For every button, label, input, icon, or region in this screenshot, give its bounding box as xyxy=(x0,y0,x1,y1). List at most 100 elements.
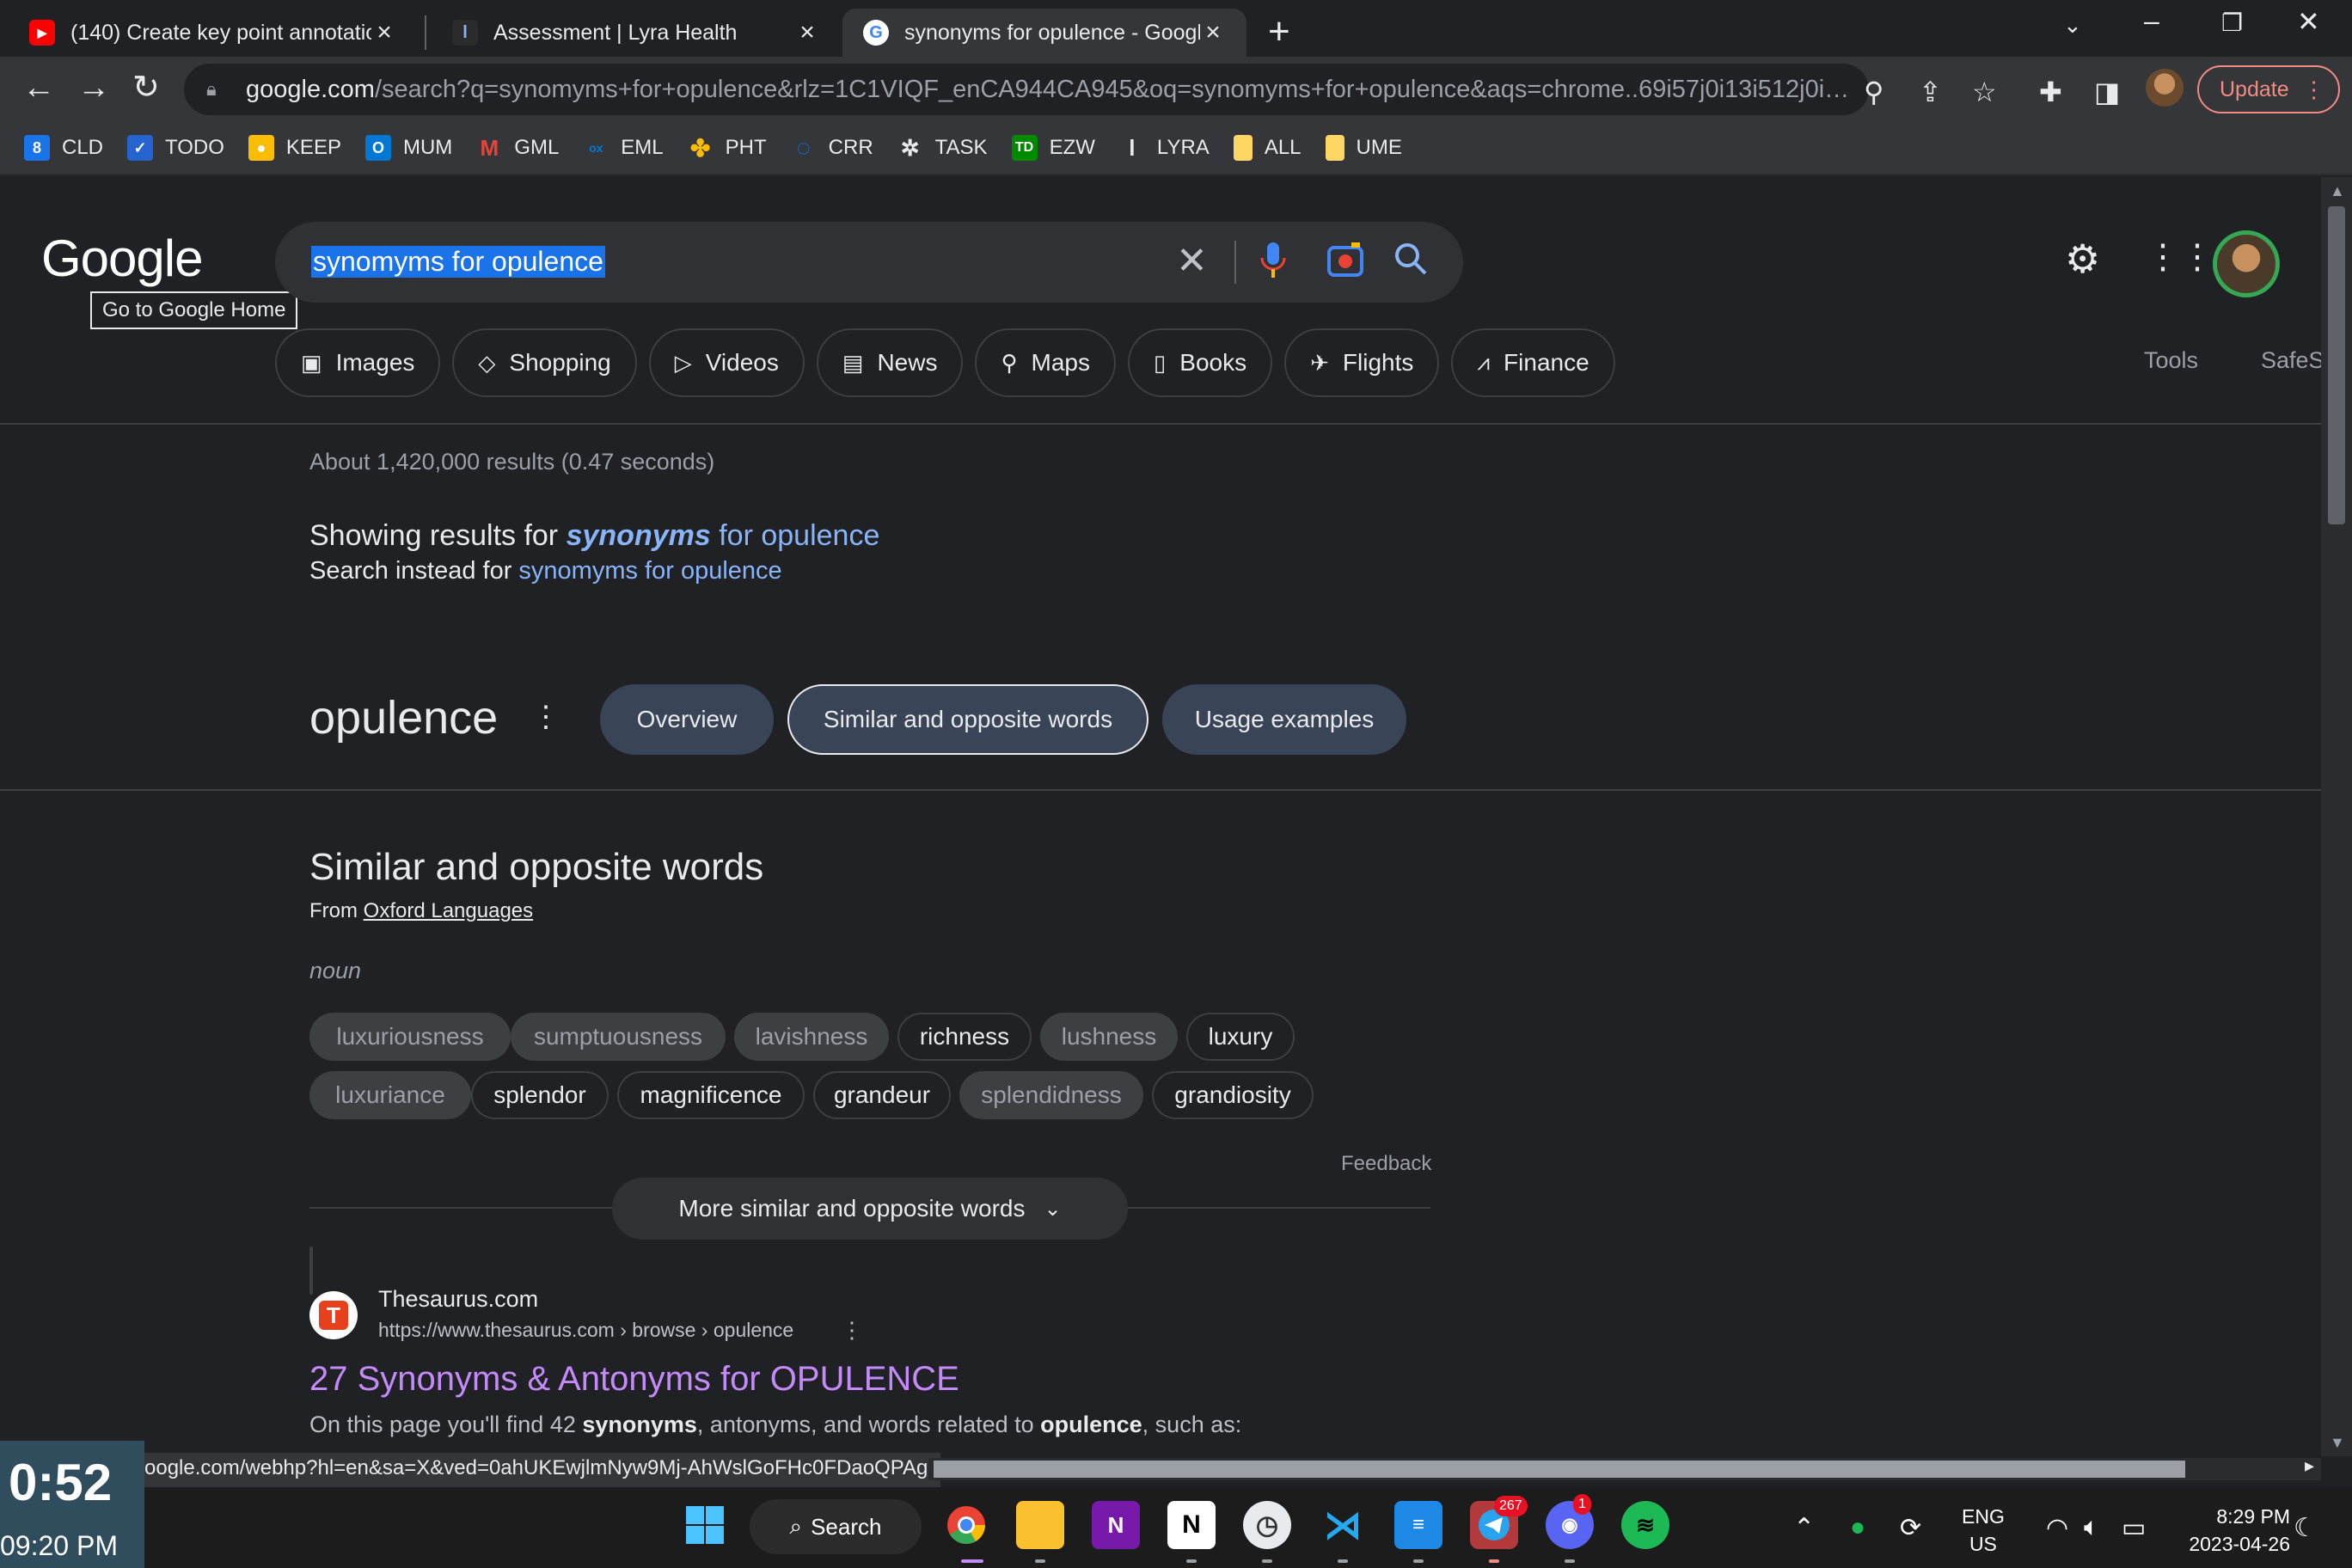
original-query-link[interactable]: synomyms for opulence xyxy=(518,557,781,585)
synonym-chip[interactable]: richness xyxy=(897,1013,1032,1061)
synonym-chip[interactable]: luxuriousness xyxy=(309,1013,511,1061)
notion-icon[interactable]: N xyxy=(1167,1501,1216,1549)
synonym-chip[interactable]: splendor xyxy=(471,1071,609,1119)
word-more-options-icon[interactable]: ⋮ xyxy=(531,700,560,734)
google-logo[interactable]: Google xyxy=(41,229,203,288)
bookmark-star-icon[interactable]: ☆ xyxy=(1972,76,1997,108)
share-icon[interactable]: ⇪ xyxy=(1919,76,1942,108)
tools-button[interactable]: Tools xyxy=(2144,347,2198,374)
search-box[interactable]: synomyms for opulence ✕ xyxy=(275,222,1463,303)
chrome-icon[interactable] xyxy=(942,1501,990,1549)
back-arrow-icon[interactable]: ← xyxy=(22,70,55,105)
search-magnifier-icon[interactable] xyxy=(1393,241,1429,285)
result-url[interactable]: https://www.thesaurus.com › browse › opu… xyxy=(378,1319,793,1342)
tab-youtube[interactable]: ▶ (140) Create key point annotatio × xyxy=(9,9,418,57)
synonym-chip[interactable]: sumptuousness xyxy=(511,1013,726,1061)
synonym-chip[interactable]: grandiosity xyxy=(1152,1071,1314,1119)
side-panel-icon[interactable]: ◨ xyxy=(2094,76,2120,108)
language-indicator[interactable]: ENG US xyxy=(1962,1503,2005,1558)
synonym-chip[interactable]: lushness xyxy=(1040,1013,1178,1061)
address-bar[interactable]: 🔒︎ google.com /search?q=synomyms+for+opu… xyxy=(184,64,1869,115)
corrected-query-link[interactable]: synonyms for opulence xyxy=(567,519,880,552)
tray-overflow-chevron-icon[interactable]: ⌃ xyxy=(1793,1513,1815,1543)
forward-arrow-icon[interactable]: → xyxy=(77,70,110,105)
spotify-tray-icon[interactable]: ● xyxy=(1850,1513,1865,1542)
chip-maps[interactable]: ⚲ Maps xyxy=(975,328,1116,397)
bookmark-keep[interactable]: ● KEEP xyxy=(248,135,341,161)
taskbar-search-button[interactable]: ⌕ Search xyxy=(750,1499,922,1554)
tab-google-search[interactable]: G synonyms for opulence - Google × xyxy=(842,9,1246,57)
tab-lyra[interactable]: l Assessment | Lyra Health × xyxy=(432,9,841,57)
feedback-link[interactable]: Feedback xyxy=(1341,1152,1431,1176)
sync-icon[interactable]: ⟳ xyxy=(1900,1513,1921,1543)
tab-similar-opposite[interactable]: Similar and opposite words xyxy=(787,684,1148,755)
bookmark-crr[interactable]: ◌ CRR xyxy=(791,134,873,161)
hscroll-thumb[interactable] xyxy=(934,1461,2185,1478)
restore-icon[interactable]: ❐ xyxy=(2221,9,2243,37)
bookmark-mum[interactable]: O MUM xyxy=(364,135,452,161)
reload-icon[interactable]: ↻ xyxy=(132,70,160,105)
chip-shopping[interactable]: ◇ Shopping xyxy=(452,328,637,397)
close-window-icon[interactable]: ✕ xyxy=(2297,5,2320,38)
synonym-chip[interactable]: splendidness xyxy=(959,1071,1143,1119)
tab-search-chevron-icon[interactable]: ⌄ xyxy=(2063,12,2082,39)
bookmark-eml[interactable]: ox EML xyxy=(583,135,664,161)
location-pin-icon[interactable]: ⚲ xyxy=(1864,76,1883,108)
search-query[interactable]: synomyms for opulence xyxy=(311,246,605,278)
safesearch-button[interactable]: SafeS xyxy=(2261,347,2324,374)
windows-start-icon[interactable] xyxy=(681,1501,729,1549)
close-tab-icon[interactable]: × xyxy=(1200,18,1226,47)
volume-icon[interactable]: 🔈︎ xyxy=(2084,1513,2099,1542)
profile-avatar[interactable] xyxy=(2146,69,2184,107)
spotify-icon[interactable]: ≋ xyxy=(1621,1501,1669,1549)
chip-finance[interactable]: ⩘ Finance xyxy=(1451,328,1615,397)
wifi-icon[interactable]: ◠ xyxy=(2046,1513,2068,1543)
horizontal-scrollbar[interactable]: ▸ xyxy=(928,1455,2321,1480)
synonym-chip[interactable]: luxuriance xyxy=(309,1071,471,1119)
onenote-icon[interactable]: N xyxy=(1092,1501,1140,1549)
bookmark-cld[interactable]: 8 CLD xyxy=(24,135,103,161)
close-tab-icon[interactable]: × xyxy=(371,18,397,47)
account-avatar[interactable] xyxy=(2213,230,2280,297)
oxford-languages-link[interactable]: Oxford Languages xyxy=(364,899,533,922)
notification-moon-icon[interactable]: ☾ xyxy=(2294,1513,2317,1543)
result-more-icon[interactable]: ⋮ xyxy=(841,1317,863,1344)
vscode-icon[interactable]: ⋊ xyxy=(1319,1501,1367,1549)
result-site-name[interactable]: Thesaurus.com xyxy=(378,1286,538,1313)
scroll-thumb[interactable] xyxy=(2328,206,2345,524)
bookmark-ezw[interactable]: TD EZW xyxy=(1011,135,1095,161)
scroll-down-icon[interactable]: ▼ xyxy=(2330,1434,2345,1452)
tab-usage-examples[interactable]: Usage examples xyxy=(1162,684,1406,755)
bookmark-all[interactable]: ALL xyxy=(1233,135,1302,161)
bookmark-pht[interactable]: ✤ PHT xyxy=(688,135,767,162)
vertical-scrollbar[interactable]: ▲ ▼ xyxy=(2321,177,2352,1456)
synonym-chip[interactable]: lavishness xyxy=(734,1013,889,1061)
clock-app-icon[interactable]: ◷ xyxy=(1243,1501,1291,1549)
update-button[interactable]: Update ⋮ xyxy=(2197,65,2340,113)
settings-gear-icon[interactable]: ⚙ xyxy=(2065,236,2100,282)
bookmark-ume[interactable]: UME xyxy=(1325,135,1402,161)
scroll-right-icon[interactable]: ▸ xyxy=(2305,1455,2314,1477)
extensions-puzzle-icon[interactable]: ✚ xyxy=(2039,76,2062,108)
camera-lens-icon[interactable] xyxy=(1326,241,1365,289)
system-clock[interactable]: 8:29 PM 2023-04-26 xyxy=(2170,1503,2290,1558)
bookmark-lyra[interactable]: l LYRA xyxy=(1119,135,1210,161)
chip-videos[interactable]: ▷ Videos xyxy=(648,328,805,397)
synonym-chip[interactable]: grandeur xyxy=(813,1071,951,1119)
scroll-up-icon[interactable]: ▲ xyxy=(2330,182,2345,200)
clear-x-icon[interactable]: ✕ xyxy=(1176,239,1208,283)
synonym-chip[interactable]: magnificence xyxy=(617,1071,805,1119)
new-tab-button[interactable]: + xyxy=(1268,10,1290,53)
file-explorer-icon[interactable] xyxy=(1016,1501,1064,1549)
bookmark-gml[interactable]: M GML xyxy=(476,135,559,161)
tab-overview[interactable]: Overview xyxy=(600,684,774,755)
more-similar-words-button[interactable]: More similar and opposite words ⌄ xyxy=(612,1178,1128,1240)
close-tab-icon[interactable]: × xyxy=(794,18,820,47)
microphone-icon[interactable] xyxy=(1259,241,1288,289)
bookmark-task[interactable]: ✲ TASK xyxy=(897,135,988,161)
chip-flights[interactable]: ✈ Flights xyxy=(1284,328,1440,397)
bookmark-todo[interactable]: ✓ TODO xyxy=(127,135,224,161)
chip-images[interactable]: ▣ Images xyxy=(275,328,441,397)
synonym-chip[interactable]: luxury xyxy=(1186,1013,1295,1061)
chip-news[interactable]: ▤ News xyxy=(816,328,964,397)
